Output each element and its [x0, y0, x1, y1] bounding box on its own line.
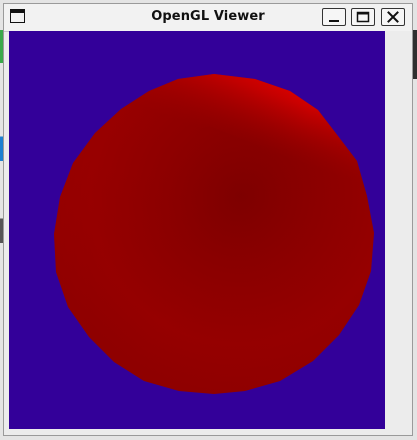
maximize-icon	[356, 11, 370, 23]
maximize-button[interactable]	[351, 8, 375, 26]
close-icon	[387, 11, 399, 23]
close-button[interactable]	[381, 8, 405, 26]
render-surface	[54, 74, 374, 394]
opengl-viewport[interactable]	[9, 31, 385, 429]
minimize-icon	[329, 20, 339, 22]
sphere-rim	[54, 74, 374, 394]
title-bar[interactable]: OpenGL Viewer	[4, 4, 412, 32]
opengl-viewer-window: OpenGL Viewer	[3, 3, 413, 436]
minimize-button[interactable]	[322, 8, 346, 26]
window-frame-right	[385, 31, 412, 429]
